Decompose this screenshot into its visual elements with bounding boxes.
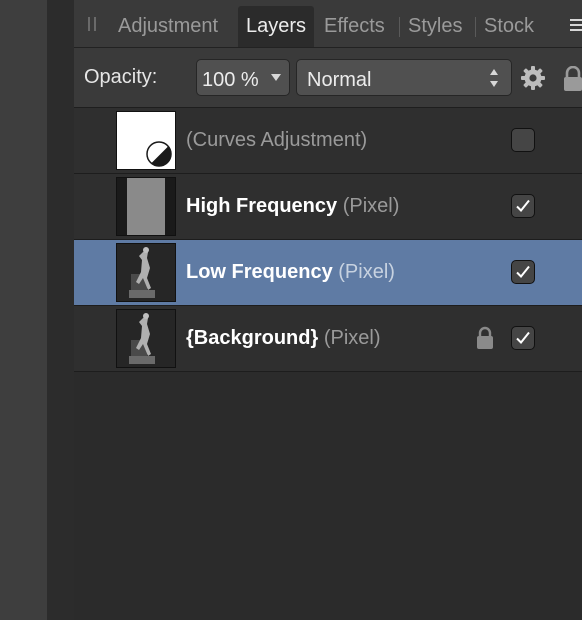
layer-row-curves-adjustment[interactable]: (Curves Adjustment) [74,108,582,174]
tab-adjustment[interactable]: Adjustment [118,6,218,46]
blend-mode-select[interactable]: Normal [296,59,512,96]
layer-name: (Curves Adjustment) [186,129,368,151]
tab-separator [475,17,476,37]
visibility-checkbox[interactable] [511,260,535,284]
layer-thumbnail [116,111,176,170]
gear-icon[interactable] [520,65,546,91]
layer-row-background[interactable]: {Background} (Pixel) [74,306,582,372]
layer-label: (Curves Adjustment) [186,129,367,152]
layers-list: (Curves Adjustment) High Frequency (Pixe… [74,108,582,372]
lock-icon[interactable] [476,326,494,350]
drag-grip-icon[interactable] [88,17,96,31]
updown-arrows-icon [490,69,498,87]
adjustment-icon [146,141,172,167]
blend-mode-value: Normal [307,69,372,91]
layer-row-high-frequency[interactable]: High Frequency (Pixel) [74,174,582,240]
tab-layers[interactable]: Layers [238,6,314,47]
panel-menu-icon[interactable] [570,19,582,31]
layer-thumbnail [116,243,176,302]
layer-name: {Background} [186,327,319,349]
photo-thumbnail [117,244,175,301]
visibility-checkbox[interactable] [511,194,535,218]
layer-row-low-frequency[interactable]: Low Frequency (Pixel) [74,240,582,306]
checkmark-icon [516,331,530,344]
layer-label: Low Frequency (Pixel) [186,261,395,284]
layer-label: {Background} (Pixel) [186,327,380,350]
layer-thumbnail [116,177,176,236]
layer-type: (Pixel) [323,327,381,349]
gray-fill-thumbnail [127,178,165,235]
layers-panel: Adjustment Layers Effects Styles Stock O… [74,0,582,620]
tab-styles[interactable]: Styles [408,6,462,46]
layer-type: (Pixel) [338,261,395,283]
tab-separator [399,17,400,37]
tab-effects[interactable]: Effects [324,6,385,46]
layer-name: Low Frequency [186,261,333,283]
tab-stock[interactable]: Stock [484,6,534,46]
checkmark-icon [516,199,530,212]
checkmark-icon [516,265,530,278]
layer-type: (Pixel) [342,195,400,217]
layer-label: High Frequency (Pixel) [186,195,399,218]
photo-thumbnail [117,310,175,367]
lock-icon[interactable] [563,66,582,92]
visibility-checkbox[interactable] [511,326,535,350]
visibility-checkbox[interactable] [511,128,535,152]
opacity-value: 100 % [202,69,259,91]
layer-thumbnail [116,309,176,368]
opacity-label: Opacity: [84,66,158,88]
opacity-dropdown[interactable]: 100 % [196,59,290,96]
chevron-down-icon [271,74,281,81]
tab-bar: Adjustment Layers Effects Styles Stock [74,0,582,48]
panel-divider [47,0,113,620]
layer-name: High Frequency [186,195,338,217]
options-bar: Opacity: 100 % Normal [74,48,582,108]
canvas-area [0,0,47,620]
